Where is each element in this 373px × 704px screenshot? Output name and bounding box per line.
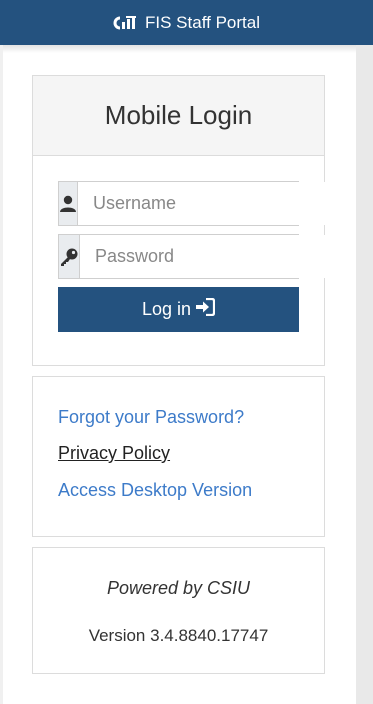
- left-edge: [0, 45, 3, 704]
- sign-in-icon: [191, 297, 216, 321]
- forgot-password-link[interactable]: Forgot your Password?: [58, 407, 244, 428]
- login-button[interactable]: Log in: [58, 287, 299, 332]
- privacy-policy-link[interactable]: Privacy Policy: [58, 443, 170, 464]
- password-input[interactable]: [80, 235, 327, 278]
- powered-by-text: Powered by CSIU: [106, 578, 251, 598]
- login-card: Mobile Login Log in: [32, 75, 327, 366]
- key-icon: [59, 235, 80, 278]
- login-button-label: Log in: [141, 299, 192, 319]
- scrollbar-track[interactable]: [356, 45, 373, 704]
- top-bar: FIS Staff Portal: [0, 0, 373, 45]
- password-field[interactable]: [58, 234, 327, 279]
- desktop-version-link[interactable]: Access Desktop Version: [58, 480, 252, 501]
- version-text: Version 3.4.8840.17747: [88, 626, 269, 645]
- user-icon: [59, 182, 78, 225]
- header-shadow: [0, 45, 356, 53]
- username-field[interactable]: [58, 181, 325, 226]
- login-title: Mobile Login: [33, 76, 324, 156]
- csiu-logo-icon: [113, 15, 139, 30]
- links-card: Forgot your Password? Privacy Policy Acc…: [32, 376, 325, 537]
- footer-card: Powered by CSIU Version 3.4.8840.17747: [32, 547, 325, 674]
- app-title: FIS Staff Portal: [145, 12, 260, 32]
- username-input[interactable]: [78, 182, 325, 225]
